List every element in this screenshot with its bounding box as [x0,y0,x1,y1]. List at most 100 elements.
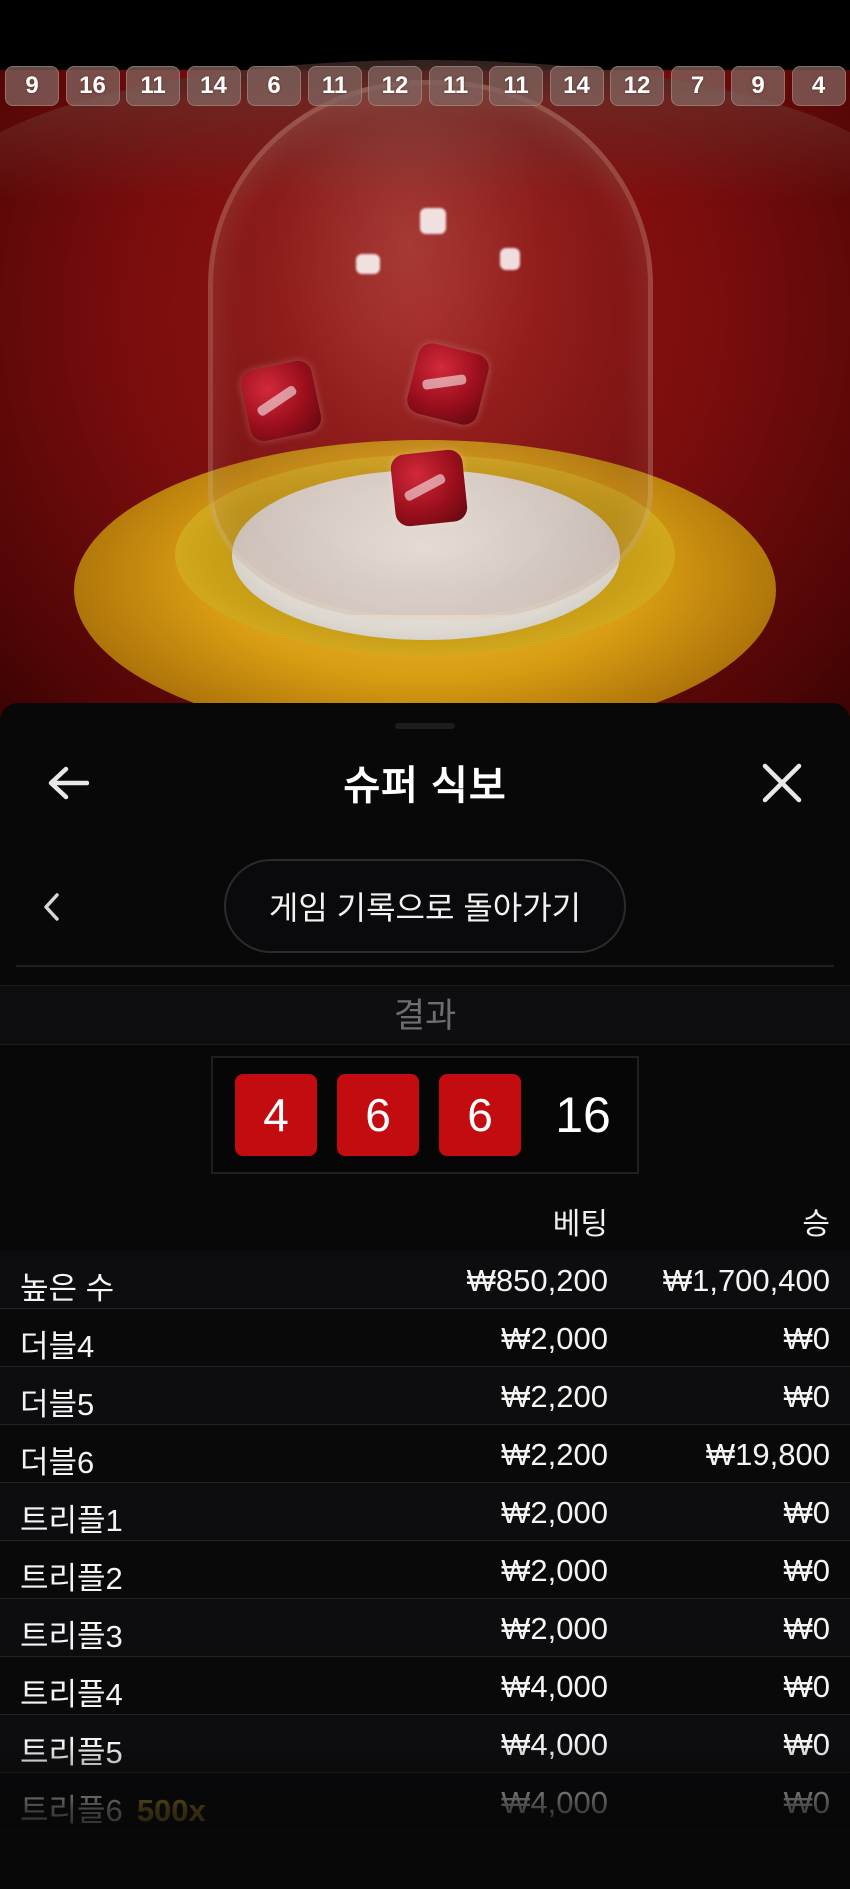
close-button[interactable] [756,757,808,809]
history-result: 7 [670,66,725,106]
divider [16,965,834,967]
history-result: 6 [247,66,301,106]
dome-highlight [356,254,380,274]
bet-amount: ₩2,000 [501,1611,608,1646]
win-amount: ₩0 [783,1785,831,1820]
bet-name-text: 트리플6 [20,1793,123,1828]
history-result-value: 12 [623,72,651,99]
history-result-value: 11 [321,72,348,99]
bet-name-text: 더블5 [20,1387,95,1422]
bet-amount: ₩2,200 [501,1437,608,1472]
history-result: 11 [307,66,362,106]
history-result-value: 14 [200,72,227,99]
win-amount: ₩0 [783,1727,831,1762]
bet-row: 트리플4 ₩4,000 ₩0 [0,1657,850,1715]
bet-name: 트리플4 [20,1669,123,1714]
bet-amount: ₩2,200 [501,1379,608,1414]
bet-name: 트리플2 [20,1553,123,1598]
result-die: 6 [337,1074,419,1156]
bet-row: 트리플2 ₩2,000 ₩0 [0,1541,850,1599]
history-result-value: 9 [25,72,39,99]
history-result: 9 [5,66,59,106]
column-header-win: 승 [802,1208,830,1241]
history-result: 14 [549,66,604,106]
bets-table-header: 베팅 승 [0,1181,850,1253]
bet-name: 더블4 [20,1321,94,1366]
dome-highlight [420,208,446,234]
win-amount: ₩0 [783,1379,831,1414]
bet-amount: ₩4,000 [501,1669,608,1704]
bet-amount: ₩2,000 [501,1321,608,1356]
bet-name-text: 트리플4 [20,1677,123,1712]
live-video-feed: 9 16 11 14 6 11 12 11 11 14 12 7 9 4 [0,0,850,730]
bet-row: 더블5 ₩2,200 ₩0 [0,1367,850,1425]
sheet-grabber[interactable] [395,723,455,729]
history-result: 9 [731,66,785,106]
result-total: 16 [555,1087,611,1143]
history-result-value: 9 [751,72,765,99]
close-icon [762,763,802,803]
bet-amount: ₩4,000 [501,1785,608,1820]
page-title: 슈퍼 식보 [343,764,507,808]
bet-name: 트리플5 [20,1727,123,1772]
win-amount: ₩0 [783,1669,831,1704]
bet-name-text: 트리플5 [20,1735,123,1770]
win-amount: ₩0 [783,1321,831,1356]
history-result-value: 11 [503,72,529,99]
bet-amount: ₩850,200 [466,1263,608,1298]
bet-name-text: 트리플3 [20,1619,123,1654]
bet-amount: ₩2,000 [501,1495,608,1530]
bet-name: 트리플6 500x [20,1785,206,1830]
bets-table: 높은 수 ₩850,200 ₩1,700,400 더블4 ₩2,000 ₩0 더블5 ₩2,2… [0,1251,850,1831]
bet-name-text: 더블6 [20,1445,95,1480]
bet-amount: ₩2,000 [501,1553,608,1588]
result-header: 결과 [0,985,850,1045]
history-result-value: 12 [381,72,409,99]
history-result-value: 6 [267,72,281,99]
history-result: 14 [186,66,241,106]
bet-name: 트리플1 [20,1495,123,1540]
result-die: 6 [439,1074,521,1156]
game-detail-sheet: 슈퍼 식보 게임 기록으로 돌아가기 결과 4 6 6 16 베팅 승 높은 수… [0,703,850,1889]
bet-name: 더블5 [20,1379,94,1424]
chevron-left-icon [44,893,59,921]
results-history-strip: 9 16 11 14 6 11 12 11 11 14 12 7 9 4 [5,66,850,106]
history-result-value: 7 [690,72,705,99]
history-result: 16 [65,66,120,106]
bet-row: 트리플3 ₩2,000 ₩0 [0,1599,850,1657]
history-result: 4 [791,66,846,106]
history-result: 11 [126,66,180,106]
bet-name-text: 트리플2 [20,1561,123,1596]
physical-die [389,448,469,528]
app-screen: 9 16 11 14 6 11 12 11 11 14 12 7 9 4 슈퍼 식보 게임 기록으로 돌아… [0,0,850,1889]
win-amount: ₩0 [783,1553,831,1588]
dome-highlight [500,248,520,270]
column-header-bet: 베팅 [552,1208,608,1241]
bet-row: 트리플1 ₩2,000 ₩0 [0,1483,850,1541]
bet-row: 트리플5 ₩4,000 ₩0 [0,1715,850,1773]
history-result: 12 [610,66,664,106]
result-panel: 4 6 6 16 [211,1056,639,1174]
result-die: 4 [235,1074,317,1156]
win-amount: ₩0 [783,1495,831,1530]
win-amount: ₩19,800 [705,1437,830,1472]
bet-row: 높은 수 ₩850,200 ₩1,700,400 [0,1251,850,1309]
previous-round-button[interactable] [36,887,66,927]
physical-die [238,358,324,444]
history-result-value: 11 [442,72,469,99]
history-result-value: 14 [563,72,590,99]
bet-name: 트리플3 [20,1611,123,1656]
back-to-history-button[interactable]: 게임 기록으로 돌아가기 [224,859,626,953]
bet-name: 더블6 [20,1437,94,1482]
bet-row: 더블4 ₩2,000 ₩0 [0,1309,850,1367]
history-result: 11 [428,66,483,106]
history-result-value: 11 [140,72,166,99]
bet-name-text: 높은 수 [20,1271,115,1306]
bet-row: 더블6 ₩2,200 ₩19,800 [0,1425,850,1483]
bet-row: 트리플6 500x ₩4,000 ₩0 [0,1773,850,1831]
bet-name-text: 더블4 [20,1329,95,1364]
bet-name-text: 트리플1 [20,1503,123,1538]
history-result: 12 [368,66,422,106]
history-result-value: 4 [811,72,826,99]
payout-multiplier: 500x [136,1793,206,1828]
